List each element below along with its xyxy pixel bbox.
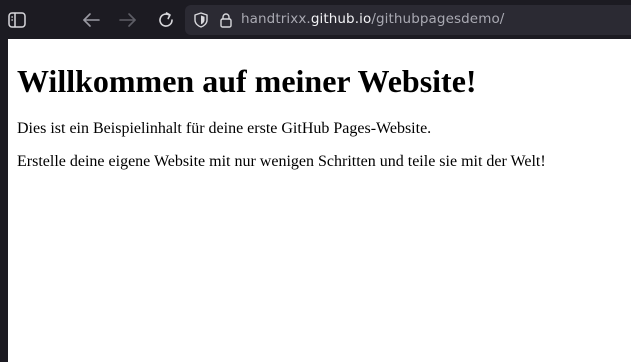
browser-toolbar: handtrixx.github.io/githubpagesdemo/ [0, 0, 631, 39]
page-content: Willkommen auf meiner Website! Dies ist … [8, 39, 631, 172]
page-viewport: Willkommen auf meiner Website! Dies ist … [8, 39, 631, 362]
url-subdomain: handtrixx. [241, 11, 311, 27]
url-host: github.io [310, 11, 372, 27]
url-path: /githubpagesdemo/ [371, 11, 505, 27]
url-text[interactable]: handtrixx.github.io/githubpagesdemo/ [241, 11, 504, 27]
reload-icon[interactable] [155, 9, 177, 31]
page-heading: Willkommen auf meiner Website! [17, 63, 477, 99]
forward-arrow-icon[interactable] [117, 9, 139, 31]
intro-paragraph: Dies ist ein Beispielinhalt für deine er… [17, 120, 432, 137]
call-to-action-paragraph: Erstelle deine eigene Website mit nur we… [17, 153, 546, 170]
sidebar-toggle-icon[interactable] [6, 9, 28, 31]
back-arrow-icon[interactable] [80, 9, 102, 31]
tracking-protection-shield-icon[interactable] [190, 9, 212, 31]
lock-icon[interactable] [215, 9, 237, 31]
